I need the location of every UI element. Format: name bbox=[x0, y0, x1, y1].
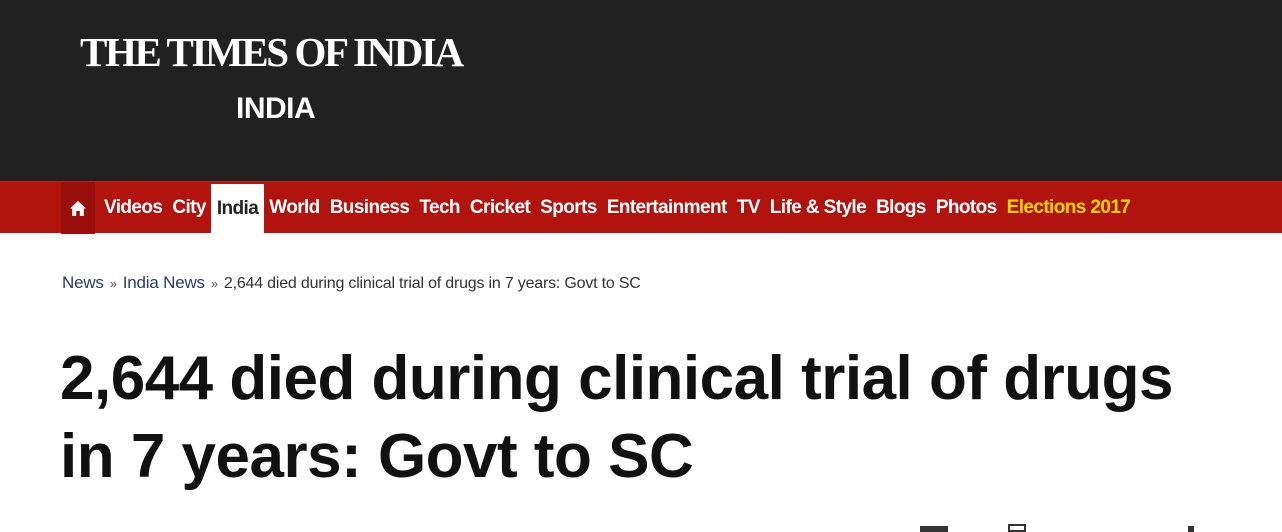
breadcrumb: News » India News » 2,644 died during clinic… bbox=[62, 273, 641, 293]
nav-item-elections-2017[interactable]: Elections 2017 bbox=[1002, 182, 1136, 234]
nav-item-cricket[interactable]: Cricket bbox=[465, 182, 535, 234]
nav-item-sports[interactable]: Sports bbox=[535, 182, 602, 234]
breadcrumb-separator: » bbox=[109, 276, 117, 291]
nav-item-city[interactable]: City bbox=[167, 182, 211, 234]
cut-off-content bbox=[920, 522, 1220, 532]
nav-home-button[interactable] bbox=[61, 182, 95, 234]
nav-item-world[interactable]: World bbox=[264, 182, 324, 234]
breadcrumb-current: 2,644 died during clinical trial of drug… bbox=[223, 275, 641, 292]
section-title[interactable]: INDIA bbox=[236, 94, 316, 124]
nav-item-business[interactable]: Business bbox=[325, 182, 415, 234]
masthead: THE TIMES OF INDIA INDIA bbox=[0, 0, 1282, 181]
nav-item-photos[interactable]: Photos bbox=[931, 182, 1002, 234]
home-icon bbox=[70, 200, 86, 216]
page: THE TIMES OF INDIA INDIA Videos City Ind… bbox=[0, 0, 1282, 532]
nav-item-life-style[interactable]: Life & Style bbox=[765, 182, 871, 234]
breadcrumb-link-india-news[interactable]: India News bbox=[123, 273, 205, 292]
nav-item-tech[interactable]: Tech bbox=[414, 182, 465, 234]
nav-item-entertainment[interactable]: Entertainment bbox=[602, 182, 732, 234]
breadcrumb-link-news[interactable]: News bbox=[62, 273, 104, 292]
nav-list: Videos City India World Business Tech Cr… bbox=[61, 182, 1135, 234]
nav-item-tv[interactable]: TV bbox=[732, 182, 765, 234]
article-headline: 2,644 died during clinical trial of drug… bbox=[60, 344, 1173, 491]
breadcrumb-separator: » bbox=[210, 276, 218, 291]
site-logo[interactable]: THE TIMES OF INDIA bbox=[80, 32, 464, 73]
nav-item-india[interactable]: India bbox=[210, 183, 265, 234]
nav-item-blogs[interactable]: Blogs bbox=[871, 182, 931, 234]
main-nav: Videos City India World Business Tech Cr… bbox=[0, 181, 1282, 234]
nav-item-videos[interactable]: Videos bbox=[99, 182, 167, 234]
